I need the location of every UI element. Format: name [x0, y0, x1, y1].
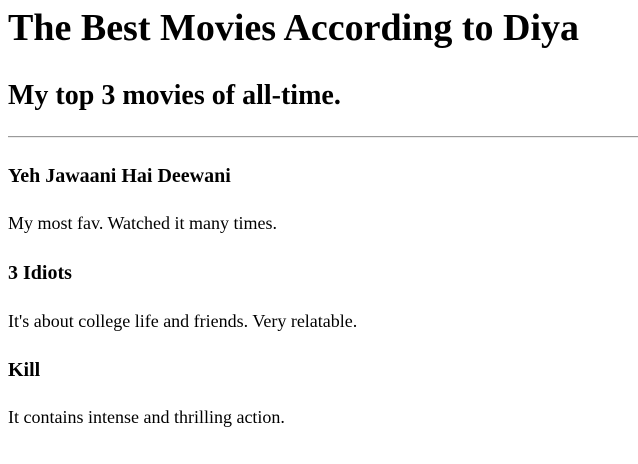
movie-title: 3 Idiots	[8, 262, 72, 284]
page-subtitle: My top 3 movies of all-time.	[8, 80, 341, 111]
movie-title: Kill	[8, 359, 41, 381]
divider	[8, 136, 638, 138]
movie-title: Yeh Jawaani Hai Deewani	[8, 165, 231, 187]
page: The Best Movies According to Diya My top…	[0, 0, 638, 464]
page-title: The Best Movies According to Diya	[8, 7, 580, 49]
movie-description: My most fav. Watched it many times.	[8, 213, 278, 233]
movie-description: It contains intense and thrilling action…	[8, 407, 285, 427]
movie-description: It's about college life and friends. Ver…	[8, 311, 358, 331]
